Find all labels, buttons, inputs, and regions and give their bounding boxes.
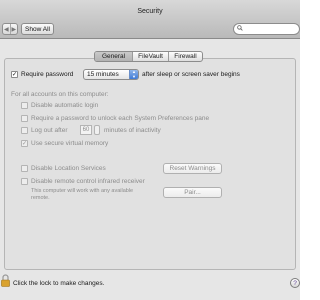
security-preferences-window: Security ◀ ▶ Show All General FileVault … bbox=[0, 0, 300, 300]
search-icon bbox=[237, 25, 243, 31]
password-delay-select[interactable]: 15 minutes ▲ ▼ bbox=[83, 69, 139, 80]
help-icon[interactable]: ? bbox=[290, 278, 300, 288]
disable-automatic-login-label: Disable automatic login bbox=[31, 102, 99, 109]
all-accounts-header: For all accounts on this computer: bbox=[11, 91, 109, 98]
title-bar: Security ◀ ▶ Show All bbox=[0, 0, 300, 39]
disable-infrared-receiver-checkbox[interactable] bbox=[21, 178, 28, 185]
search-field[interactable] bbox=[233, 23, 300, 35]
tab-bar: General FileVault Firewall bbox=[94, 51, 203, 62]
general-settings-panel bbox=[4, 58, 296, 270]
chevron-updown-icon: ▲ ▼ bbox=[129, 69, 138, 79]
require-password-label: Require password bbox=[21, 71, 74, 78]
infrared-note-line2: remote. bbox=[31, 195, 50, 201]
reset-warnings-label: Reset Warnings bbox=[169, 165, 216, 172]
tab-filevault[interactable]: FileVault bbox=[132, 52, 168, 61]
back-forward-buttons[interactable]: ◀ ▶ bbox=[2, 23, 18, 35]
secure-virtual-memory-checkbox[interactable]: ✓ bbox=[21, 140, 28, 147]
disable-location-services-label: Disable Location Services bbox=[31, 165, 106, 172]
disable-infrared-receiver-label: Disable remote control infrared receiver bbox=[31, 178, 145, 185]
logout-minutes-suffix: minutes of inactivity bbox=[104, 127, 161, 134]
log-out-after-checkbox[interactable] bbox=[21, 127, 28, 134]
forward-arrow-icon[interactable]: ▶ bbox=[9, 24, 18, 34]
require-password-unlock-pane-checkbox[interactable] bbox=[21, 115, 28, 122]
disable-automatic-login-checkbox[interactable] bbox=[21, 102, 28, 109]
infrared-note-line1: This computer will work with any availab… bbox=[31, 188, 134, 194]
pair-button[interactable]: Pair... bbox=[163, 187, 222, 198]
lock-status-text: Click the lock to make changes. bbox=[13, 280, 105, 287]
window-title: Security bbox=[137, 8, 163, 15]
pair-label: Pair... bbox=[184, 189, 201, 196]
show-all-button[interactable]: Show All bbox=[21, 23, 54, 35]
tab-firewall[interactable]: Firewall bbox=[168, 52, 202, 61]
password-delay-value: 15 minutes bbox=[87, 71, 119, 78]
logout-minutes-field[interactable]: 60 bbox=[80, 125, 92, 135]
require-password-checkbox[interactable]: ✓ bbox=[11, 71, 18, 78]
lock-icon[interactable] bbox=[1, 274, 10, 287]
show-all-label: Show All bbox=[25, 25, 50, 33]
require-password-unlock-pane-label: Require a password to unlock each System… bbox=[31, 115, 210, 122]
tab-general[interactable]: General bbox=[95, 52, 132, 61]
require-password-suffix: after sleep or screen saver begins bbox=[142, 71, 240, 78]
reset-warnings-button[interactable]: Reset Warnings bbox=[163, 163, 222, 174]
secure-virtual-memory-label: Use secure virtual memory bbox=[31, 140, 109, 147]
logout-minutes-stepper[interactable] bbox=[94, 125, 100, 135]
log-out-after-label: Log out after bbox=[31, 127, 68, 134]
disable-location-services-checkbox[interactable] bbox=[21, 165, 28, 172]
